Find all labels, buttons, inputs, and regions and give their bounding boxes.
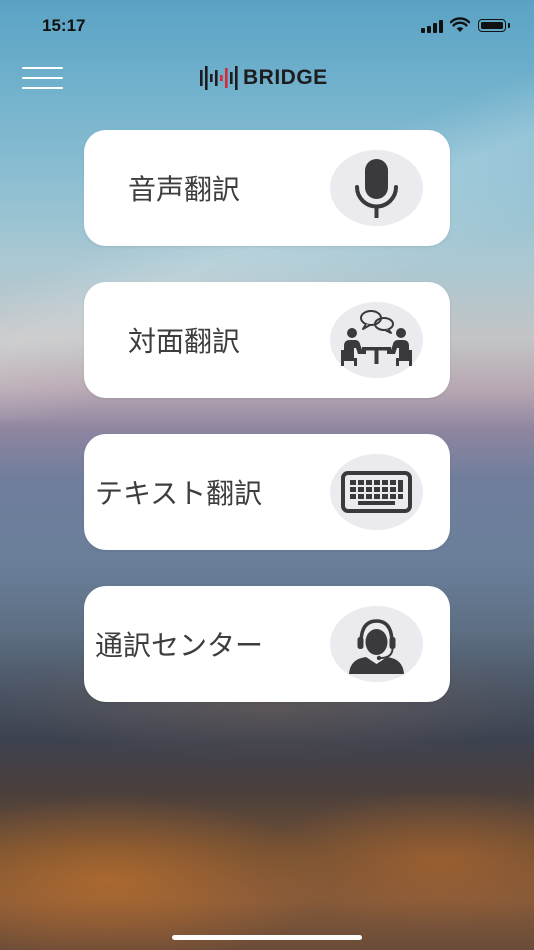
face-to-face-translation-button[interactable]: 対面翻訳	[84, 282, 450, 398]
brand-logo: BRIDGE	[199, 62, 328, 94]
sound-wave-logo-icon	[200, 66, 238, 90]
text-translation-button[interactable]: テキスト翻訳	[84, 434, 450, 550]
status-time: 15:17	[42, 16, 86, 35]
voice-translation-button[interactable]: 音声翻訳	[84, 130, 450, 246]
interpretation-center-label: 通訳センター	[95, 629, 264, 662]
interpretation-center-button[interactable]: 通訳センター	[84, 586, 450, 702]
face-to-face-conversation-icon	[330, 302, 423, 378]
face-to-face-translation-label: 対面翻訳	[128, 325, 241, 358]
hamburger-menu-button[interactable]	[22, 64, 64, 92]
home-indicator[interactable]	[172, 935, 362, 940]
battery-icon	[478, 19, 510, 32]
keyboard-icon	[330, 454, 423, 530]
brand-name: BRIDGE	[243, 66, 328, 89]
voice-translation-label: 音声翻訳	[128, 173, 241, 206]
cellular-signal-icon	[421, 19, 445, 33]
operator-headset-icon	[330, 606, 423, 682]
status-bar: 15:17	[0, 0, 534, 50]
hamburger-menu-icon	[22, 67, 63, 69]
text-translation-label: テキスト翻訳	[95, 477, 263, 510]
microphone-icon	[330, 150, 423, 226]
wifi-icon	[449, 17, 471, 33]
